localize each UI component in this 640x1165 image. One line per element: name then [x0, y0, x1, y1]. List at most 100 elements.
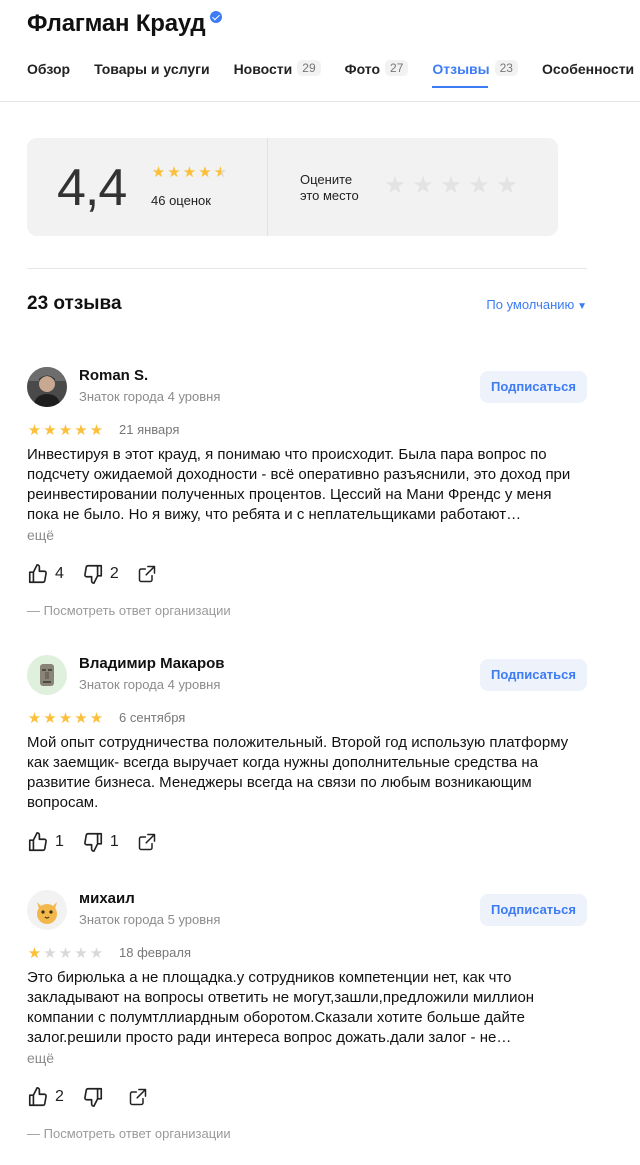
like-count: 1: [55, 833, 64, 850]
share-icon: [138, 833, 156, 851]
rating-value: 4,4: [57, 159, 127, 217]
star-icon: ★: [27, 422, 42, 439]
star-icon: ★: [43, 422, 57, 439]
review-author[interactable]: михаил: [79, 890, 135, 907]
rate-star-2[interactable]: ★: [412, 174, 434, 198]
thumbs-down-icon: [83, 832, 102, 852]
rate-prompt-line: Оцените: [300, 172, 353, 187]
sort-dropdown[interactable]: По умолчанию: [486, 297, 587, 312]
more-link[interactable]: ещё: [27, 527, 54, 543]
star-icon: ★: [74, 710, 88, 727]
like-button[interactable]: 1: [27, 831, 64, 853]
review-text: Инвестируя в этот крауд, я понимаю что п…: [27, 446, 571, 523]
tabs-bar: Обзор Товары и услуги Новости 29 Фото 27 О…: [27, 58, 640, 90]
star-icon: ★: [198, 164, 212, 181]
star-icon: ★: [43, 945, 57, 962]
tab-count: 29: [297, 60, 321, 76]
share-button[interactable]: [128, 1087, 148, 1107]
star-icon: ★: [27, 710, 42, 727]
star-icon: ★: [58, 945, 73, 962]
org-title: Флагман Крауд: [27, 10, 223, 38]
tab-label: Новости: [233, 61, 293, 77]
rate-star-3[interactable]: ★: [440, 174, 462, 198]
org-reply-link[interactable]: Посмотреть ответ организации: [27, 603, 231, 618]
review-author[interactable]: Владимир Макаров: [79, 655, 225, 672]
org-header: Флагман Крауд Обзор Товары и услуги Ново…: [0, 0, 640, 102]
review-date: 6 сентября: [119, 710, 186, 725]
star-icon: ★: [74, 945, 88, 962]
review-item: Roman S. Знаток города 4 уровня Подписат…: [27, 367, 587, 627]
ratings-count: 46 оценок: [151, 193, 211, 208]
thumbs-up-icon: [28, 1087, 47, 1107]
star-icon: ★: [27, 945, 42, 962]
tab-reviews[interactable]: Отзывы 23: [432, 58, 518, 90]
review-actions: 4 2: [27, 563, 175, 585]
star-icon: ★: [58, 710, 73, 727]
reviews-count: 23 отзыва: [27, 293, 122, 314]
author-level: Знаток города 4 уровня: [79, 389, 221, 404]
share-button[interactable]: [137, 564, 157, 584]
share-button[interactable]: [137, 832, 157, 852]
divider: [27, 268, 587, 269]
dislike-button[interactable]: [82, 1086, 110, 1108]
review-text: Мой опыт сотрудничества положительный. В…: [27, 734, 569, 811]
tab-label: Фото: [344, 61, 381, 77]
tab-count: 23: [494, 60, 518, 76]
rate-star-1[interactable]: ★: [384, 174, 406, 198]
thumbs-up-icon: [28, 832, 47, 852]
like-count: 4: [55, 565, 64, 582]
tab-products[interactable]: Товары и услуги: [94, 58, 209, 90]
subscribe-button[interactable]: Подписаться: [479, 371, 587, 403]
rating-summary-card: 4,4 ★ ★ ★ ★ ★ 46 оценок Оцените это мест…: [27, 138, 558, 236]
review-stars: ★ ★ ★ ★ ★: [27, 711, 105, 726]
tab-label: Товары и услуги: [94, 61, 210, 77]
tab-label: Обзор: [27, 61, 71, 77]
like-button[interactable]: 4: [27, 563, 64, 585]
rate-prompt-line: это место: [300, 188, 359, 203]
tab-label: Отзывы: [432, 61, 490, 77]
rate-star-4[interactable]: ★: [468, 174, 490, 198]
star-icon: ★: [167, 164, 181, 181]
subscribe-button[interactable]: Подписаться: [479, 894, 587, 926]
star-icon: ★: [89, 422, 104, 439]
review-actions: 1 1: [27, 831, 175, 853]
more-link[interactable]: ещё: [27, 1050, 54, 1066]
org-name: Флагман Крауд: [27, 10, 206, 37]
review-author[interactable]: Roman S.: [79, 367, 148, 384]
thumbs-down-icon: [83, 564, 102, 584]
avatar[interactable]: [27, 367, 67, 407]
like-count: 2: [55, 1088, 64, 1105]
star-icon: ★: [89, 710, 104, 727]
tab-overview[interactable]: Обзор: [27, 58, 70, 90]
avatar[interactable]: [27, 890, 67, 930]
star-icon: ★: [89, 945, 104, 962]
dislike-button[interactable]: 2: [82, 563, 119, 585]
review-stars: ★ ★ ★ ★ ★: [27, 946, 105, 961]
review-stars: ★ ★ ★ ★ ★: [27, 423, 105, 438]
tab-photos[interactable]: Фото 27: [345, 58, 409, 90]
dislike-button[interactable]: 1: [82, 831, 119, 853]
cat-face-icon: [37, 902, 57, 924]
review-date: 21 января: [119, 422, 180, 437]
org-reply-link[interactable]: Посмотреть ответ организации: [27, 1126, 231, 1141]
tab-label: Особенности: [541, 61, 635, 77]
rate-star-5[interactable]: ★: [496, 174, 518, 198]
tab-news[interactable]: Новости 29: [234, 58, 321, 90]
subscribe-button[interactable]: Подписаться: [479, 659, 587, 691]
rating-stars: ★ ★ ★ ★ ★: [151, 165, 229, 180]
star-icon: ★: [43, 710, 57, 727]
rate-prompt: Оцените это место: [300, 172, 359, 204]
author-level: Знаток города 4 уровня: [79, 677, 221, 692]
star-icon: ★: [151, 164, 166, 181]
tab-features[interactable]: Особенности: [542, 58, 634, 90]
rate-stars-input: ★ ★ ★ ★ ★: [384, 174, 524, 198]
star-icon: ★: [182, 164, 197, 181]
tab-count: 27: [385, 60, 409, 76]
like-button[interactable]: 2: [27, 1086, 64, 1108]
share-icon: [129, 1088, 147, 1106]
verified-icon: [210, 11, 223, 23]
avatar[interactable]: [27, 655, 67, 695]
dislike-count: 1: [109, 833, 119, 850]
author-level: Знаток города 5 уровня: [79, 912, 221, 927]
star-icon: ★: [58, 422, 73, 439]
